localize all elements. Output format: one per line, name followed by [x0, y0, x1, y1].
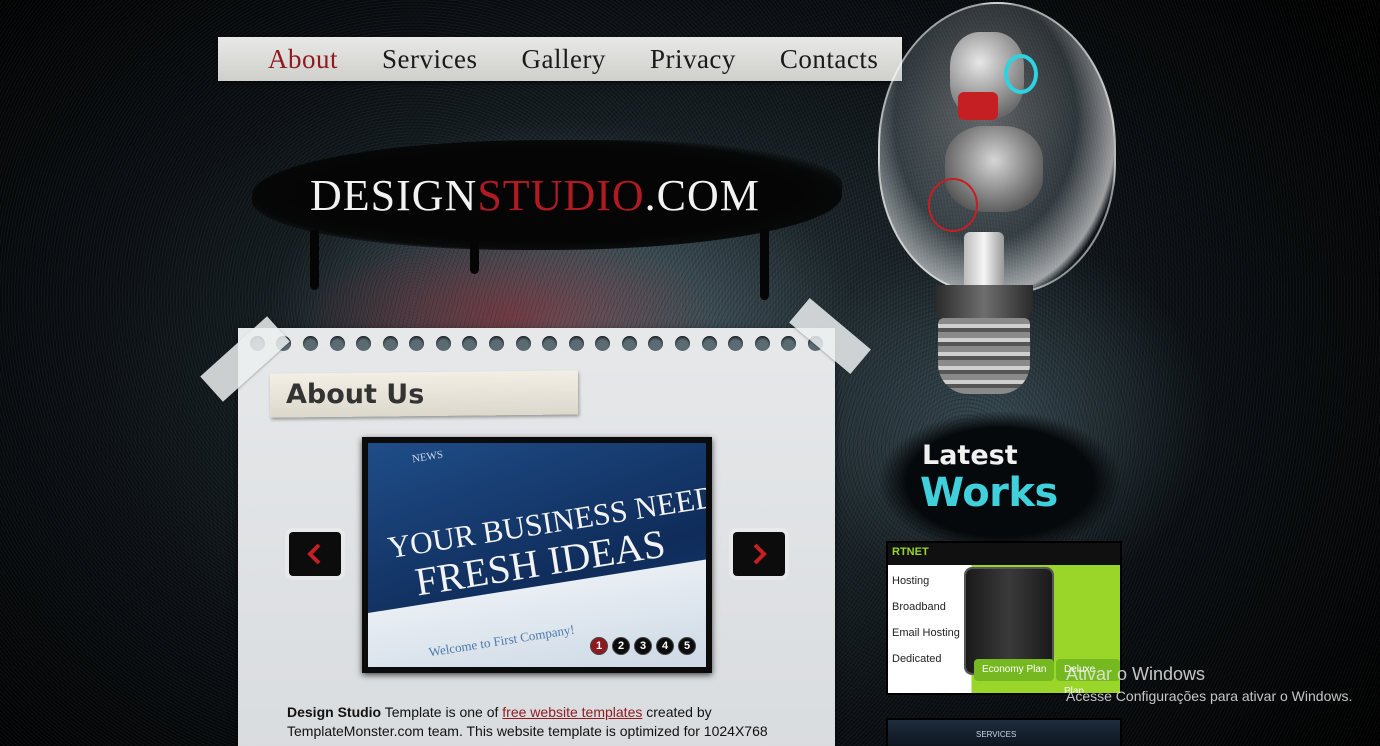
bulb-socket	[964, 232, 1004, 290]
chevron-left-icon	[307, 543, 321, 565]
ink-drip	[760, 228, 769, 300]
main-nav: About Services Gallery Privacy Contacts	[218, 37, 902, 81]
nav-item-services[interactable]: Services	[382, 44, 477, 75]
slider: NEWS YOUR BUSINESS NEEDS FRESH IDEAS Wel…	[362, 437, 712, 673]
thumb-menu-item: Hosting	[892, 575, 930, 587]
ink-drip	[310, 230, 319, 290]
site-logo[interactable]: DESIGNSTUDIO.COM	[310, 170, 760, 221]
intro-text-1: Template is one of	[381, 704, 503, 720]
thumb-economy-button: Economy Plan	[974, 659, 1055, 681]
thumb-brand: RTNET	[892, 546, 929, 558]
slider-page-1[interactable]: 1	[590, 637, 608, 655]
bulb-screw-base	[938, 318, 1030, 394]
windows-watermark-title: Ativar o Windows	[1066, 664, 1206, 684]
slide-news-label: NEWS	[411, 448, 444, 466]
latest-work-thumbnail-2[interactable]: SERVICES	[886, 718, 1122, 746]
thumb-menu-item: Email Hosting	[892, 627, 960, 639]
slider-page-3[interactable]: 3	[634, 637, 652, 655]
thumb2-label: SERVICES	[976, 730, 1017, 739]
slider-page-4[interactable]: 4	[656, 637, 674, 655]
logo-part-design: DESIGN	[310, 171, 478, 220]
slide-image[interactable]: NEWS YOUR BUSINESS NEEDS FRESH IDEAS Wel…	[368, 443, 706, 667]
robot-visor	[958, 92, 998, 120]
chevron-right-icon	[753, 543, 767, 565]
nav-item-about[interactable]: About	[268, 44, 338, 75]
thumb-menu-item: Dedicated	[892, 653, 942, 665]
latest-works-title-2: Works	[920, 470, 1058, 516]
latest-works-title-1: Latest	[922, 440, 1018, 471]
slider-prev-button[interactable]	[289, 532, 341, 576]
logo-part-studio: STUDIO	[477, 171, 645, 220]
thumb-brand-web: WEB	[1086, 549, 1114, 563]
slider-page-5[interactable]: 5	[678, 637, 696, 655]
notebook-holes	[238, 336, 835, 354]
intro-brand: Design Studio	[287, 704, 382, 720]
slider-next-button[interactable]	[733, 532, 785, 576]
intro-paragraph: Design Studio Template is one of free we…	[287, 703, 807, 741]
thumb-menu-item: Broadband	[892, 601, 946, 613]
slider-page-2[interactable]: 2	[612, 637, 630, 655]
nav-item-privacy[interactable]: Privacy	[650, 44, 736, 75]
robot-ear-ring	[1004, 54, 1038, 94]
logo-part-com: .COM	[644, 171, 760, 220]
page-title: About Us	[286, 379, 425, 410]
robot-cable	[928, 178, 978, 232]
ink-drip	[470, 232, 479, 274]
server-image	[966, 569, 1052, 673]
free-templates-link[interactable]: free website templates	[502, 704, 642, 720]
nav-item-contacts[interactable]: Contacts	[780, 44, 879, 75]
nav-item-gallery[interactable]: Gallery	[521, 44, 605, 75]
windows-watermark-text: Acesse Configurações para ativar o Windo…	[1066, 688, 1353, 704]
slider-pagination: 1 2 3 4 5	[590, 637, 696, 655]
